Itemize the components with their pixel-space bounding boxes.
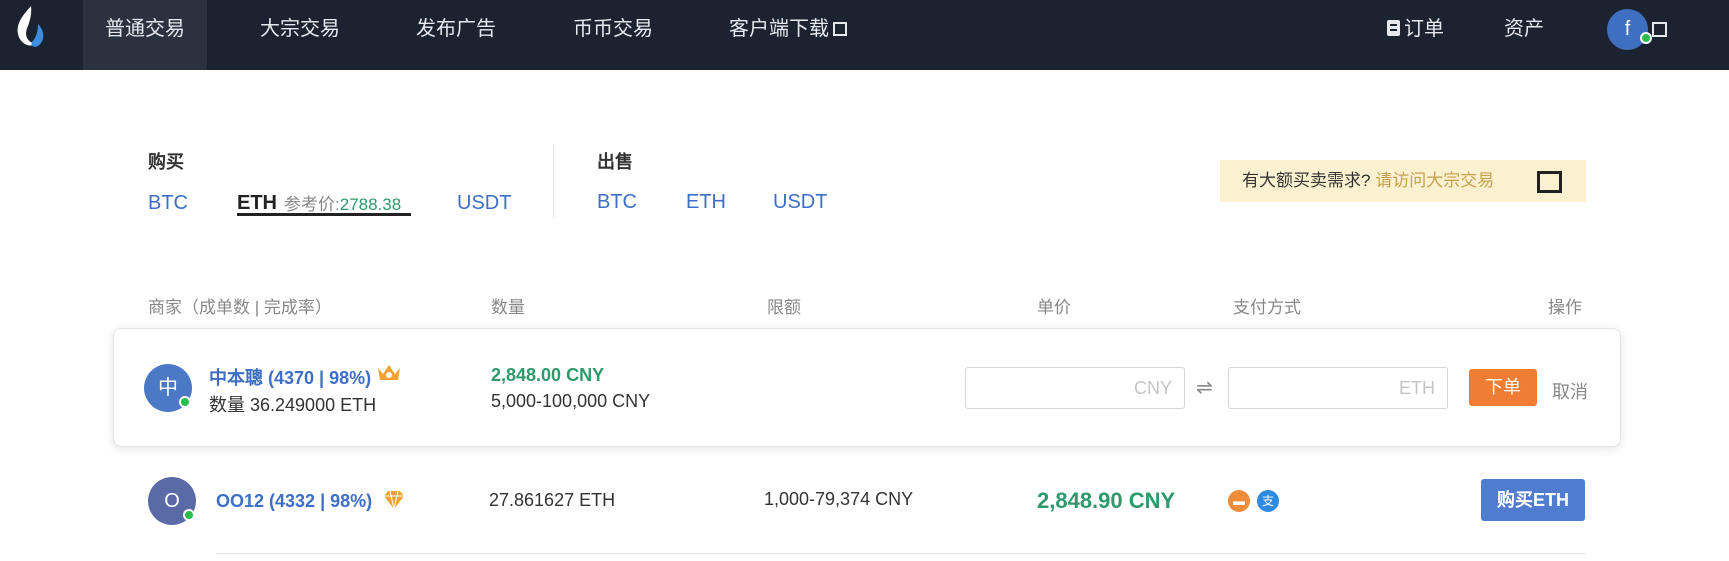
nav-assets[interactable]: 资产 — [1482, 0, 1566, 70]
order-list-icon — [1387, 20, 1400, 36]
filter-divider — [553, 144, 554, 218]
sell-tab-eth[interactable]: ETH — [686, 191, 726, 214]
notice-close-icon[interactable] — [1537, 171, 1562, 193]
swap-arrows-icon: ⇌ — [1196, 377, 1213, 399]
merchant-name-link[interactable]: OO12 (4332 | 98%) — [216, 491, 372, 512]
user-online-dot — [1640, 32, 1652, 44]
nav-normal-trade[interactable]: 普通交易 — [83, 0, 207, 70]
sell-title: 出售 — [597, 152, 633, 172]
header-limit: 限额 — [767, 298, 801, 317]
buy-tab-eth[interactable]: ETH — [237, 192, 277, 215]
header-payment: 支付方式 — [1233, 298, 1301, 317]
eth-amount-input[interactable] — [1228, 367, 1448, 409]
header-unit-price: 单价 — [1037, 298, 1071, 317]
buy-tab-btc[interactable]: BTC — [148, 192, 188, 215]
reference-price-label: 参考价: — [284, 195, 340, 214]
nav-post-ad[interactable]: 发布广告 — [394, 0, 518, 70]
nav-orders-label: 订单 — [1404, 18, 1444, 40]
external-link-icon — [833, 22, 847, 36]
reference-price-value: 2788.38 — [339, 195, 402, 214]
nav-coin-trade-label: 币币交易 — [573, 18, 653, 40]
order-limit: 5,000-100,000 CNY — [491, 391, 651, 411]
header-merchant: 商家（成单数 | 完成率） — [148, 298, 332, 317]
notice-link[interactable]: 请访问大宗交易 — [1375, 171, 1494, 190]
order-quantity: 数量 36.249000 ETH — [209, 395, 377, 415]
header-action: 操作 — [1548, 298, 1582, 317]
merchant-avatar-letter: O — [164, 490, 180, 512]
nav-orders[interactable]: 订单 — [1365, 0, 1466, 70]
buy-title: 购买 — [148, 152, 184, 172]
nav-coin-trade[interactable]: 币币交易 — [551, 0, 675, 70]
order-unit-price: 2,848.90 CNY — [1037, 488, 1176, 513]
nav-block-trade[interactable]: 大宗交易 — [238, 0, 362, 70]
nav-assets-label: 资产 — [1504, 18, 1544, 40]
crown-badge-icon — [378, 365, 400, 380]
sell-tab-usdt[interactable]: USDT — [773, 191, 827, 214]
cancel-button[interactable]: 取消 — [1552, 378, 1588, 404]
sell-tab-btc[interactable]: BTC — [597, 191, 637, 214]
alipay-icon: 支 — [1257, 490, 1279, 512]
bank-card-icon: ▬ — [1228, 490, 1250, 512]
merchant-online-dot — [179, 396, 191, 408]
buy-eth-button[interactable]: 购买ETH — [1481, 479, 1585, 521]
notice-text: 有大额买卖需求? — [1242, 171, 1371, 190]
huobi-logo-icon[interactable] — [14, 4, 48, 50]
nav-post-ad-label: 发布广告 — [416, 18, 496, 40]
order-unit-price: 2,848.00 CNY — [491, 365, 605, 385]
nav-block-trade-label: 大宗交易 — [260, 18, 340, 40]
header-quantity: 数量 — [491, 298, 525, 317]
place-order-button[interactable]: 下单 — [1469, 369, 1537, 406]
order-quantity: 27.861627 ETH — [489, 490, 616, 510]
order-limit: 1,000-79,374 CNY — [764, 489, 914, 509]
diamond-badge-icon — [384, 490, 404, 510]
nav-normal-trade-label: 普通交易 — [105, 18, 185, 40]
reference-price: 参考价:2788.38 — [284, 190, 401, 215]
user-avatar[interactable]: f — [1607, 9, 1648, 50]
user-menu-icon[interactable] — [1652, 22, 1667, 37]
user-avatar-letter: f — [1624, 18, 1631, 40]
nav-client-download[interactable]: 客户端下载 — [707, 0, 869, 70]
buy-tab-usdt[interactable]: USDT — [457, 192, 511, 215]
merchant-online-dot — [183, 509, 195, 521]
block-trade-notice: 有大额买卖需求? 请访问大宗交易 — [1220, 160, 1586, 202]
merchant-name-link[interactable]: 中本聰 (4370 | 98%) — [209, 364, 371, 390]
merchant-avatar-letter: 中 — [158, 377, 178, 399]
row-divider — [216, 553, 1586, 554]
top-nav: 普通交易 大宗交易 发布广告 币币交易 客户端下载 订单 资产 f — [0, 0, 1729, 70]
active-tab-underline — [237, 213, 411, 216]
cny-amount-input[interactable] — [965, 367, 1185, 409]
nav-client-download-label: 客户端下载 — [729, 18, 829, 40]
